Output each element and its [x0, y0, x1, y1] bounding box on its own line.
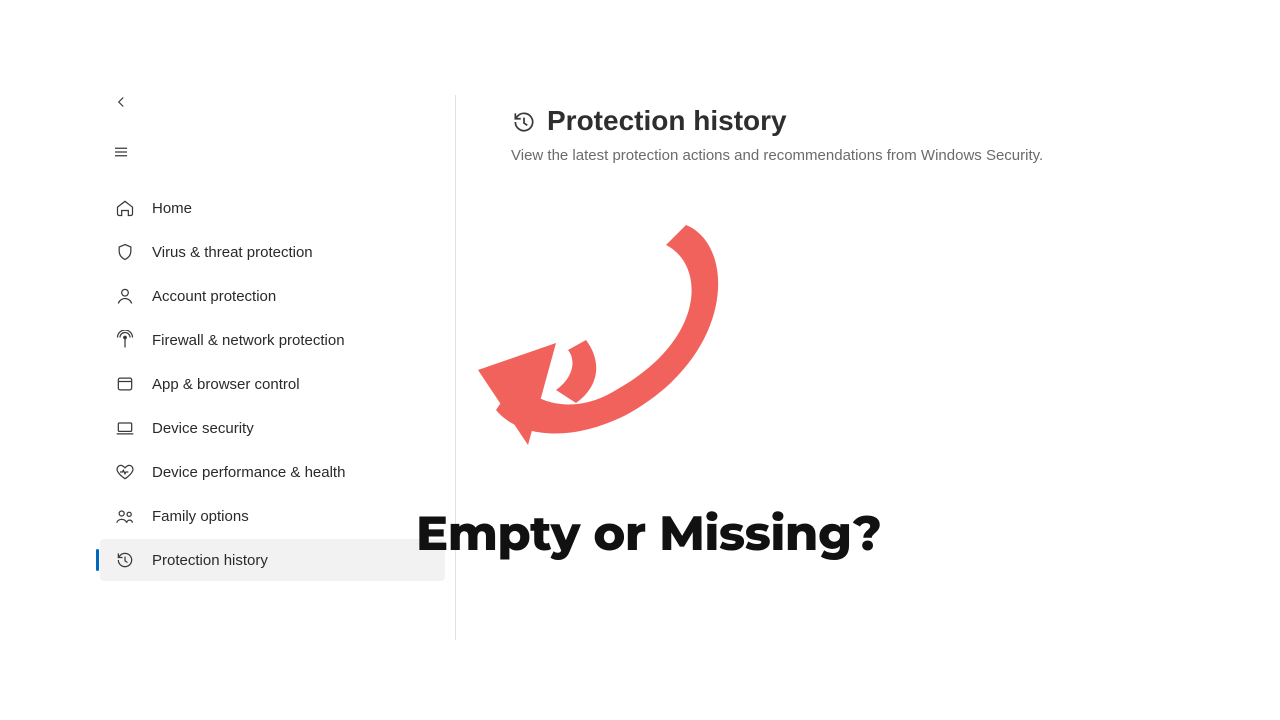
sidebar-item-home[interactable]: Home	[100, 187, 445, 229]
sidebar-item-firewall[interactable]: Firewall & network protection	[100, 319, 445, 361]
sidebar-item-virus-threat[interactable]: Virus & threat protection	[100, 231, 445, 273]
history-icon	[114, 549, 136, 571]
antenna-icon	[114, 329, 136, 351]
annotation-caption: Empty or Missing?	[416, 505, 881, 563]
sidebar-item-family-options[interactable]: Family options	[100, 495, 445, 537]
home-icon	[114, 197, 136, 219]
menu-icon	[110, 141, 132, 163]
laptop-icon	[114, 417, 136, 439]
sidebar: Home Virus & threat protection Account p…	[100, 85, 445, 720]
hamburger-button[interactable]	[104, 135, 138, 169]
sidebar-item-protection-history[interactable]: Protection history	[100, 539, 445, 581]
sidebar-item-label: Virus & threat protection	[152, 244, 313, 261]
sidebar-item-device-security[interactable]: Device security	[100, 407, 445, 449]
sidebar-item-device-performance[interactable]: Device performance & health	[100, 451, 445, 493]
page-subtitle: View the latest protection actions and r…	[511, 147, 1210, 164]
people-icon	[114, 505, 136, 527]
page-title: Protection history	[547, 105, 787, 137]
back-arrow-icon	[110, 91, 132, 113]
sidebar-item-label: Family options	[152, 508, 249, 525]
sidebar-item-label: App & browser control	[152, 376, 300, 393]
sidebar-item-account-protection[interactable]: Account protection	[100, 275, 445, 317]
main-content: Protection history View the latest prote…	[456, 85, 1210, 720]
sidebar-item-label: Protection history	[152, 552, 268, 569]
top-controls	[100, 85, 445, 169]
sidebar-item-label: Firewall & network protection	[152, 332, 345, 349]
back-button[interactable]	[104, 85, 138, 119]
sidebar-item-label: Home	[152, 200, 192, 217]
page-header: Protection history	[511, 105, 1210, 137]
windows-security-app: Home Virus & threat protection Account p…	[0, 0, 1280, 720]
sidebar-item-label: Device security	[152, 420, 254, 437]
sidebar-item-label: Account protection	[152, 288, 276, 305]
sidebar-item-app-browser[interactable]: App & browser control	[100, 363, 445, 405]
window-icon	[114, 373, 136, 395]
shield-icon	[114, 241, 136, 263]
history-icon	[511, 109, 537, 135]
annotation-arrow-icon	[456, 185, 756, 485]
nav-list: Home Virus & threat protection Account p…	[100, 187, 445, 581]
sidebar-item-label: Device performance & health	[152, 464, 345, 481]
person-icon	[114, 285, 136, 307]
heart-pulse-icon	[114, 461, 136, 483]
